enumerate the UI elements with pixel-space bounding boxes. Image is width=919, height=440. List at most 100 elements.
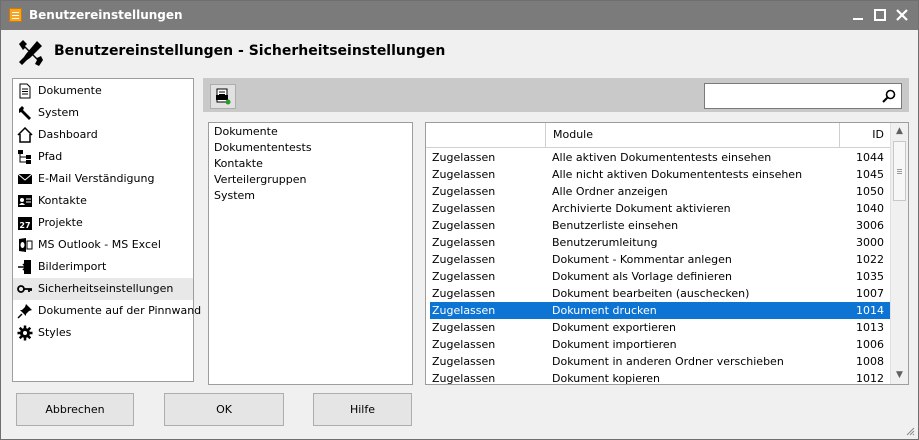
sidebar-item-pinnwand[interactable]: Dokumente auf der Pinnwand — [13, 300, 201, 322]
maximize-icon[interactable] — [872, 7, 888, 23]
list-item[interactable]: Dokumente — [214, 125, 278, 138]
search-box[interactable] — [704, 83, 902, 109]
settings-window: Benutzereinstellungen Benutzereinstellun… — [0, 0, 919, 440]
cell-id: 1035 — [856, 270, 884, 283]
close-icon[interactable] — [894, 7, 910, 23]
sidebar-item-kontakte[interactable]: Kontakte — [13, 190, 193, 212]
column-header-module[interactable]: Module — [546, 123, 840, 147]
table-row[interactable]: Zugelassen Dokument in anderen Ordner ver… — [426, 353, 890, 370]
cell-module: Alle Ordner anzeigen — [552, 185, 668, 198]
resize-grip-icon[interactable] — [905, 426, 915, 436]
cell-id: 3006 — [856, 219, 884, 232]
column-header-status[interactable] — [426, 123, 546, 147]
table-row[interactable]: Zugelassen Benutzerliste einsehen 3006 — [426, 217, 890, 234]
cell-id: 1006 — [856, 338, 884, 351]
sidebar-item-outlook-excel[interactable]: MS Outlook - MS Excel — [13, 234, 193, 256]
wrench-screwdriver-icon — [19, 40, 43, 66]
sidebar-item-label: Projekte — [38, 216, 83, 229]
cell-module: Alle aktiven Dokumententests einsehen — [552, 151, 772, 164]
sidebar-item-styles[interactable]: Styles — [13, 322, 193, 344]
app-icon — [9, 8, 22, 22]
table-row[interactable]: Zugelassen Dokument bearbeiten (auschecke… — [426, 285, 890, 302]
cell-id: 1044 — [856, 151, 884, 164]
table-row[interactable]: Zugelassen Dokument importieren 1006 — [426, 336, 890, 353]
calendar-icon: 27 — [18, 217, 32, 230]
list-item[interactable]: Kontakte — [214, 157, 263, 170]
sidebar-item-label: MS Outlook - MS Excel — [38, 238, 161, 251]
list-item[interactable]: Dokumententests — [214, 141, 312, 154]
table-row[interactable]: Zugelassen Alle nicht aktiven Dokumentent… — [426, 166, 890, 183]
cell-status: Zugelassen — [432, 253, 496, 266]
sidebar-item-label: Pfad — [38, 150, 63, 163]
cell-module: Dokument kopieren — [552, 372, 661, 385]
table-row[interactable]: Zugelassen Archivierte Dokument aktiviere… — [426, 200, 890, 217]
title-bar[interactable]: Benutzereinstellungen — [1, 1, 918, 30]
sidebar-item-label: Dokumente auf der Pinnwand — [38, 304, 202, 317]
table-row[interactable]: Zugelassen Dokument - Kommentar anlegen 10… — [426, 251, 890, 268]
cell-module: Archivierte Dokument aktivieren — [552, 202, 731, 215]
cell-id: 1050 — [856, 185, 884, 198]
cell-id: 3000 — [856, 236, 884, 249]
cell-id: 1040 — [856, 202, 884, 215]
wrench-icon — [19, 106, 31, 120]
sidebar-item-bilderimport[interactable]: Bilderimport — [13, 256, 193, 278]
help-button[interactable]: Hilfe — [313, 393, 412, 426]
scroll-thumb[interactable] — [893, 141, 906, 201]
cell-status: Zugelassen — [432, 304, 496, 317]
cell-id: 1013 — [856, 321, 884, 334]
cell-status: Zugelassen — [432, 168, 496, 181]
tree-icon — [18, 150, 31, 164]
cell-id: 1045 — [856, 168, 884, 181]
cell-module: Dokument importieren — [552, 338, 677, 351]
list-item[interactable]: System — [214, 189, 255, 202]
table-row[interactable]: Zugelassen Dokument drucken 1014 — [430, 302, 890, 319]
sidebar-item-sicherheitseinstellungen[interactable]: Sicherheitseinstellungen — [13, 278, 193, 300]
search-icon[interactable] — [881, 88, 897, 104]
table-row[interactable]: Zugelassen Benutzerumleitung 3000 — [426, 234, 890, 251]
table-row[interactable]: Zugelassen Alle Ordner anzeigen 1050 — [426, 183, 890, 200]
grid-header: Module ID — [426, 123, 890, 148]
table-row[interactable]: Zugelassen Dokument exportieren 1013 — [426, 319, 890, 336]
cell-status: Zugelassen — [432, 202, 496, 215]
cell-module: Dokument bearbeiten (auschecken) — [552, 287, 750, 300]
cell-status: Zugelassen — [432, 372, 496, 385]
contact-card-icon — [18, 195, 32, 207]
sidebar-item-projekte[interactable]: 27 Projekte — [13, 212, 193, 234]
cell-status: Zugelassen — [432, 287, 496, 300]
table-row[interactable]: Zugelassen Alle aktiven Dokumententests e… — [426, 149, 890, 166]
ok-button[interactable]: OK — [164, 393, 284, 426]
scroll-down-arrow[interactable]: ▼ — [891, 367, 908, 384]
list-item[interactable]: Verteilergruppen — [214, 173, 306, 186]
sidebar-item-email[interactable]: E-Mail Verständigung — [13, 168, 193, 190]
key-icon — [17, 285, 32, 293]
cell-status: Zugelassen — [432, 355, 496, 368]
sidebar-item-label: Styles — [38, 326, 72, 339]
svg-text:27: 27 — [19, 221, 30, 230]
column-header-id[interactable]: ID — [840, 123, 890, 147]
sidebar-item-system[interactable]: System — [13, 102, 193, 124]
page-title: Benutzereinstellungen - Sicherheitseinst… — [54, 43, 446, 59]
cell-id: 1014 — [856, 304, 884, 317]
settings-sidebar: Dokumente System Dashboard Pfad E-Mail V… — [12, 78, 201, 382]
export-button[interactable] — [210, 84, 236, 109]
cell-id: 1012 — [856, 372, 884, 385]
cell-status: Zugelassen — [432, 236, 496, 249]
cell-id: 1007 — [856, 287, 884, 300]
sidebar-item-pfad[interactable]: Pfad — [13, 146, 193, 168]
sidebar-item-dokumente[interactable]: Dokumente — [13, 80, 193, 102]
search-input[interactable] — [708, 87, 873, 105]
cell-module: Dokument in anderen Ordner verschieben — [552, 355, 784, 368]
minimize-icon[interactable] — [850, 7, 866, 23]
cancel-button[interactable]: Abbrechen — [16, 393, 134, 426]
cell-status: Zugelassen — [432, 219, 496, 232]
sidebar-item-label: System — [38, 106, 80, 119]
scroll-up-arrow[interactable]: ▲ — [891, 123, 908, 140]
cell-id: 1022 — [856, 253, 884, 266]
cell-module: Dokument als Vorlage definieren — [552, 270, 732, 283]
cell-module: Dokument drucken — [552, 304, 657, 317]
table-row[interactable]: Zugelassen Dokument kopieren 1012 — [426, 370, 890, 385]
sidebar-item-dashboard[interactable]: Dashboard — [13, 124, 193, 146]
table-row[interactable]: Zugelassen Dokument als Vorlage definiere… — [426, 268, 890, 285]
group-list: Dokumente Dokumententests Kontakte Verte… — [208, 122, 413, 385]
vertical-scrollbar[interactable]: ▲ ▼ — [890, 123, 908, 384]
